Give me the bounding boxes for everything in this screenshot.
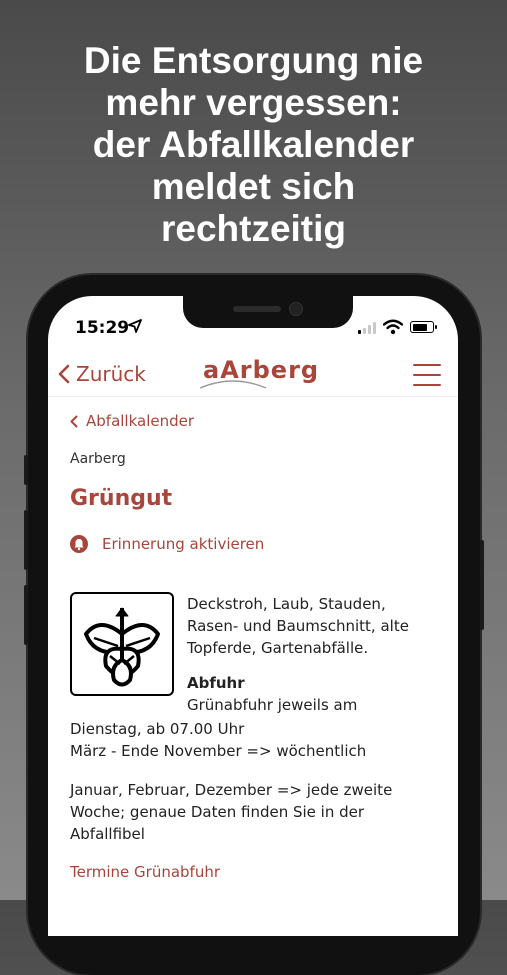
header-divider (48, 396, 458, 397)
hamburger-menu-icon[interactable] (413, 364, 441, 386)
back-button[interactable]: Zurück (58, 362, 146, 386)
headline-line: Die Entsorgung nie (83, 40, 424, 81)
battery-icon (410, 321, 437, 333)
location-arrow-icon (128, 319, 142, 333)
page-title: Grüngut (70, 486, 173, 511)
phone-side-button (24, 585, 28, 645)
headline-line: mehr vergessen: (105, 82, 402, 123)
extra-line: Januar, Februar, Dezember => jede zweite (70, 781, 393, 799)
abfuhr-line: März - Ende November => wöchentlich (70, 742, 367, 760)
extra-line: Woche; genaue Daten finden Sie in der (70, 803, 365, 821)
phone-speaker (233, 306, 281, 312)
description-line: Topferde, Gartenabfälle. (187, 639, 369, 657)
logo-arc (199, 380, 267, 389)
headline-line: meldet sich (151, 166, 356, 207)
extra-text: Januar, Februar, Dezember => jede zweite… (70, 779, 440, 845)
description-line: Rasen- und Baumschnitt, alte (187, 617, 409, 635)
description-line: Deckstroh, Laub, Stauden, (187, 595, 386, 613)
phone-notch (183, 296, 353, 328)
bell-icon (70, 535, 88, 553)
termine-link[interactable]: Termine Grünabfuhr (70, 863, 220, 881)
reminder-label: Erinnerung aktivieren (102, 535, 265, 553)
breadcrumb[interactable]: Abfallkalender (70, 412, 194, 430)
phone-side-button (24, 455, 28, 485)
phone-screen: 15:29 Zurück aArberg Abfallkalender Aarb… (48, 296, 458, 936)
status-time: 15:29 (75, 318, 130, 338)
signal-icon (358, 322, 376, 334)
chevron-left-icon (58, 364, 70, 384)
wifi-icon (383, 319, 403, 335)
location-label: Aarberg (70, 451, 126, 467)
phone-side-button (24, 510, 28, 570)
breadcrumb-label: Abfallkalender (86, 412, 195, 430)
headline-line: der Abfallkalender (92, 124, 415, 165)
abfuhr-line: Grünabfuhr jeweils am (187, 696, 358, 714)
extra-line: Abfallfibel (70, 825, 145, 843)
headline-line: rechtzeitig (160, 208, 347, 249)
promo-headline: Die Entsorgung nie mehr vergessen: der A… (0, 40, 507, 250)
abfuhr-text: Dienstag, ab 07.00 Uhr März - Ende Novem… (70, 718, 440, 762)
chevron-left-icon (70, 415, 78, 427)
phone-camera (289, 302, 303, 316)
abfuhr-line: Dienstag, ab 07.00 Uhr (70, 720, 245, 738)
green-waste-leaf-icon (70, 592, 174, 696)
reminder-button[interactable]: Erinnerung aktivieren (70, 535, 264, 553)
description-text: Deckstroh, Laub, Stauden, Rasen- und Bau… (187, 593, 427, 659)
abfuhr-heading: Abfuhr (187, 674, 245, 692)
phone-side-button (480, 540, 484, 630)
back-label: Zurück (76, 362, 146, 386)
